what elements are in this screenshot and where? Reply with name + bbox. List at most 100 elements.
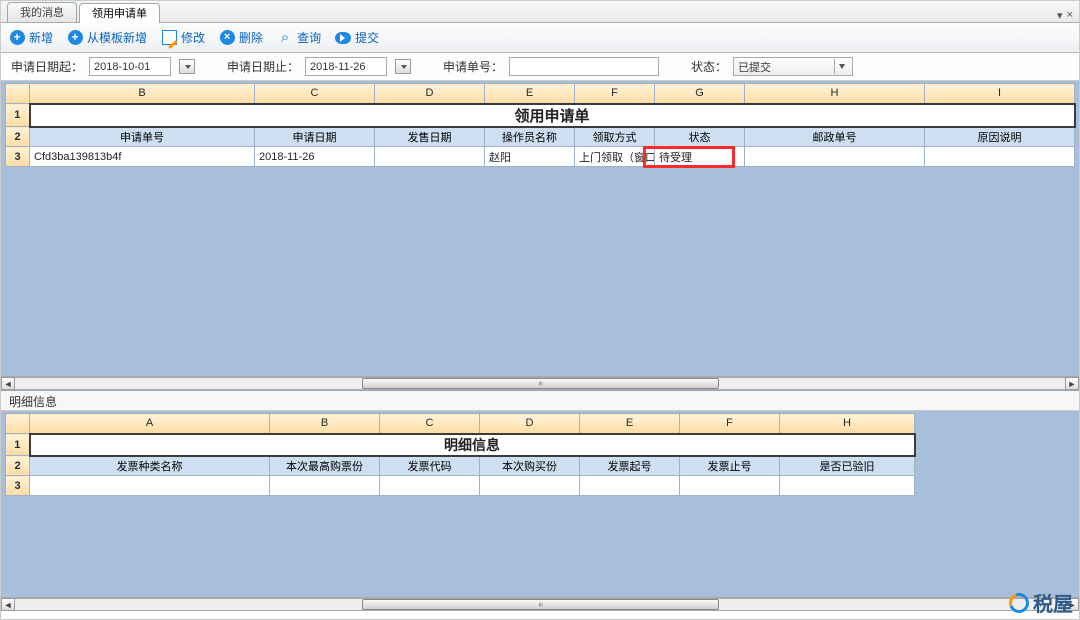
cell[interactable] — [30, 476, 270, 496]
cell[interactable] — [580, 476, 680, 496]
sheet-title: 领用申请单 — [30, 104, 1075, 127]
table-row[interactable]: 3 Cfd3ba139813b4f 2018-11-26 赵阳 上门领取（窗口）… — [6, 147, 1075, 167]
scroll-left-icon[interactable]: ◄ — [1, 598, 15, 611]
date-from-label: 申请日期起： — [11, 58, 83, 75]
col-header[interactable]: H — [780, 414, 915, 434]
col-header[interactable]: C — [255, 84, 375, 104]
col-header[interactable]: F — [680, 414, 780, 434]
cell-req-date[interactable]: 2018-11-26 — [255, 147, 375, 167]
new-button[interactable]: + 新增 — [9, 29, 53, 46]
status-combo-value: 已提交 — [738, 59, 771, 75]
table-header: 发票种类名称 — [30, 456, 270, 476]
col-header[interactable]: C — [380, 414, 480, 434]
cell[interactable] — [380, 476, 480, 496]
table-header: 是否已验旧 — [780, 456, 915, 476]
col-header[interactable]: E — [485, 84, 575, 104]
table-header: 发票代码 — [380, 456, 480, 476]
status-combo[interactable]: 已提交 — [733, 57, 853, 76]
hscrollbar[interactable]: ◄ ► — [1, 376, 1079, 390]
cell-status[interactable]: 待受理 — [655, 147, 745, 167]
grid-corner[interactable] — [6, 414, 30, 434]
row-header[interactable]: 2 — [6, 127, 30, 147]
cell-req-no[interactable]: Cfd3ba139813b4f — [30, 147, 255, 167]
new-button-label: 新增 — [29, 29, 53, 46]
submit-button[interactable]: 提交 — [335, 29, 379, 46]
scroll-left-icon[interactable]: ◄ — [1, 377, 15, 390]
cell-reason[interactable] — [925, 147, 1075, 167]
new-from-template-button[interactable]: + 从模板新增 — [67, 29, 147, 46]
col-header[interactable]: D — [480, 414, 580, 434]
col-header[interactable]: E — [580, 414, 680, 434]
watermark-text: 税屋 — [1033, 588, 1073, 617]
table-header: 申请单号 — [30, 127, 255, 147]
table-header: 原因说明 — [925, 127, 1075, 147]
calendar-icon[interactable] — [179, 59, 195, 74]
new-from-template-label: 从模板新增 — [87, 29, 147, 46]
row-header[interactable]: 1 — [6, 104, 30, 127]
row-header[interactable]: 3 — [6, 476, 30, 496]
row-header[interactable]: 3 — [6, 147, 30, 167]
scroll-track[interactable] — [15, 598, 1065, 611]
watermark: 税屋 — [1009, 588, 1073, 617]
tab-my-messages[interactable]: 我的消息 — [7, 2, 77, 22]
table-row[interactable]: 3 — [6, 476, 915, 496]
table-header: 领取方式 — [575, 127, 655, 147]
table-header: 发票止号 — [680, 456, 780, 476]
calendar-icon[interactable] — [395, 59, 411, 74]
cell-operator[interactable]: 赵阳 — [485, 147, 575, 167]
tab-request-form[interactable]: 领用申请单 — [79, 3, 160, 23]
plus-icon: + — [10, 30, 25, 45]
detail-section-label: 明细信息 — [1, 391, 1079, 411]
chevron-down-icon — [834, 59, 848, 74]
cell[interactable] — [780, 476, 915, 496]
cell-method[interactable]: 上门领取（窗口） — [575, 147, 655, 167]
delete-icon: × — [220, 30, 235, 45]
date-from-input[interactable]: 2018-10-01 — [89, 57, 171, 76]
scroll-track[interactable] — [15, 377, 1065, 390]
delete-button-label: 删除 — [239, 29, 263, 46]
edit-icon — [162, 30, 177, 45]
row-header[interactable]: 2 — [6, 456, 30, 476]
search-icon: ⌕ — [277, 30, 293, 46]
col-header[interactable]: B — [270, 414, 380, 434]
date-to-input[interactable]: 2018-11-26 — [305, 57, 387, 76]
table-header: 状态 — [655, 127, 745, 147]
status-label: 状态： — [691, 58, 727, 75]
window-close-icon[interactable]: × — [1067, 9, 1073, 22]
edit-button[interactable]: 修改 — [161, 29, 205, 46]
col-header[interactable]: G — [655, 84, 745, 104]
submit-icon — [335, 32, 351, 44]
col-header[interactable]: A — [30, 414, 270, 434]
cell[interactable] — [480, 476, 580, 496]
table-header: 邮政单号 — [745, 127, 925, 147]
col-header[interactable]: I — [925, 84, 1075, 104]
window-dropdown-icon[interactable]: ▾ — [1057, 9, 1063, 22]
scroll-right-icon[interactable]: ► — [1065, 377, 1079, 390]
col-header[interactable]: D — [375, 84, 485, 104]
col-header[interactable]: F — [575, 84, 655, 104]
req-no-label: 申请单号： — [443, 58, 503, 75]
date-from-value: 2018-10-01 — [94, 61, 150, 73]
grid-corner[interactable] — [6, 84, 30, 104]
delete-button[interactable]: × 删除 — [219, 29, 263, 46]
edit-button-label: 修改 — [181, 29, 205, 46]
row-header[interactable]: 1 — [6, 434, 30, 456]
query-button[interactable]: ⌕ 查询 — [277, 29, 321, 46]
req-no-input[interactable] — [509, 57, 659, 76]
submit-button-label: 提交 — [355, 29, 379, 46]
table-header: 本次最高购票份 — [270, 456, 380, 476]
cell[interactable] — [680, 476, 780, 496]
date-to-value: 2018-11-26 — [310, 61, 365, 73]
cell[interactable] — [270, 476, 380, 496]
query-button-label: 查询 — [297, 29, 321, 46]
hscrollbar[interactable]: ◄ ► — [1, 597, 1079, 611]
table-header: 发票起号 — [580, 456, 680, 476]
table-header: 申请日期 — [255, 127, 375, 147]
plus-icon: + — [68, 30, 83, 45]
cell-post-no[interactable] — [745, 147, 925, 167]
scroll-thumb[interactable] — [362, 599, 719, 610]
scroll-thumb[interactable] — [362, 378, 719, 389]
col-header[interactable]: B — [30, 84, 255, 104]
cell-sale-date[interactable] — [375, 147, 485, 167]
col-header[interactable]: H — [745, 84, 925, 104]
